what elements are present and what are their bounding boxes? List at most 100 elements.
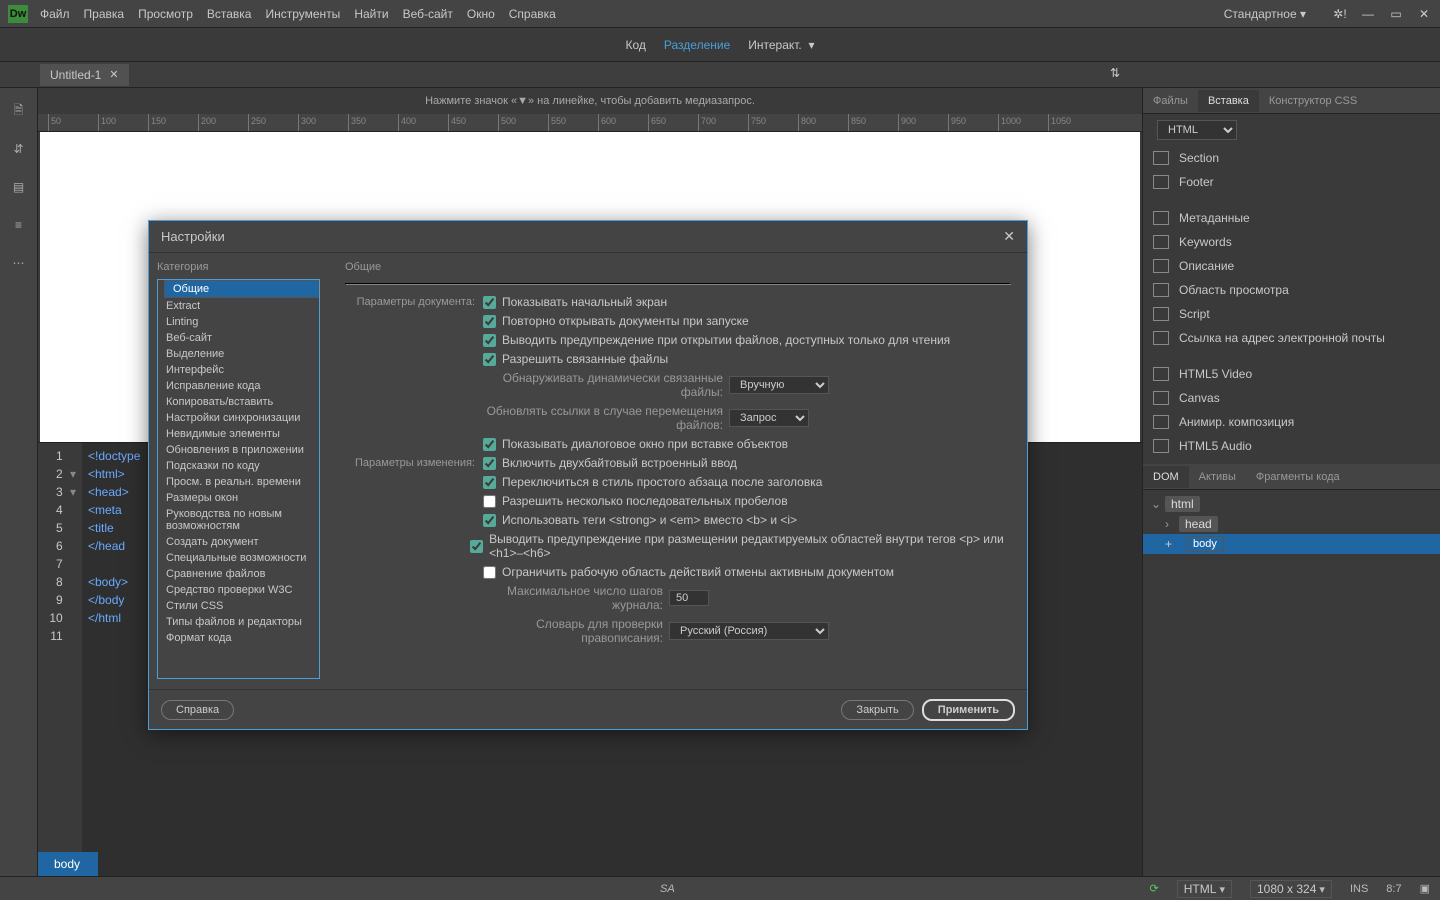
category-item[interactable]: Интерфейс [158, 362, 319, 378]
category-item[interactable]: Веб-сайт [158, 330, 319, 346]
status-ins[interactable]: INS [1350, 883, 1368, 895]
category-item[interactable]: Формат кода [158, 630, 319, 646]
dom-node-head[interactable]: head [1179, 516, 1218, 532]
menu-tools[interactable]: Инструменты [265, 7, 340, 21]
category-item[interactable]: Linting [158, 314, 319, 330]
help-button[interactable]: Справка [161, 700, 234, 720]
view-live[interactable]: Интеракт. ▾ [748, 38, 814, 52]
sel-upd-links[interactable]: Запрос [729, 409, 809, 427]
maximize-icon[interactable]: ▭ [1388, 6, 1404, 22]
ruler[interactable]: 5010015020025030035040045050055060065070… [38, 114, 1142, 132]
insert-item[interactable]: Section [1143, 146, 1440, 170]
category-item[interactable]: Специальные возможности [158, 550, 319, 566]
close-window-icon[interactable]: ✕ [1416, 6, 1432, 22]
menu-help[interactable]: Справка [509, 7, 556, 21]
inspect-icon[interactable]: ▤ [10, 178, 28, 196]
chk-warn-readonly[interactable] [483, 334, 496, 347]
insert-item[interactable]: Keywords [1143, 230, 1440, 254]
category-item[interactable]: Размеры окон [158, 490, 319, 506]
chk-allow-related[interactable] [483, 353, 496, 366]
insert-item[interactable]: Ссылка на адрес электронной почты [1143, 326, 1440, 350]
insert-item[interactable]: Метаданные [1143, 206, 1440, 230]
chk-strong-em[interactable] [483, 514, 496, 527]
breadcrumb-body[interactable]: body [46, 855, 88, 873]
tab-snippets[interactable]: Фрагменты кода [1246, 466, 1350, 488]
tab-insert[interactable]: Вставка [1198, 90, 1259, 112]
chk-limit-undo[interactable] [483, 566, 496, 579]
category-item[interactable]: Стили CSS [158, 598, 319, 614]
align-icon[interactable]: ≡ [10, 216, 28, 234]
category-item[interactable]: Настройки синхронизации [158, 410, 319, 426]
category-item[interactable]: Копировать/вставить [158, 394, 319, 410]
category-item[interactable]: Типы файлов и редакторы [158, 614, 319, 630]
category-item[interactable]: Средство проверки W3C [158, 582, 319, 598]
insert-item[interactable]: Область просмотра [1143, 278, 1440, 302]
category-item[interactable]: Создать документ [158, 534, 319, 550]
insert-item[interactable]: Аними­р. композиция [1143, 410, 1440, 434]
category-item[interactable]: Невидимые элементы [158, 426, 319, 442]
insert-item[interactable]: HTML5 Video [1143, 362, 1440, 386]
menu-find[interactable]: Найти [354, 7, 388, 21]
menu-view[interactable]: Просмотр [138, 7, 193, 21]
close-dialog-icon[interactable]: ✕ [1003, 228, 1015, 245]
insert-item[interactable]: Footer [1143, 170, 1440, 194]
inp-max-undo[interactable] [669, 590, 709, 606]
close-button[interactable]: Закрыть [841, 700, 913, 720]
expand-icon[interactable]: ⌄ [1151, 497, 1161, 511]
insert-category-select[interactable]: HTML [1157, 120, 1237, 140]
chk-multi-spaces[interactable] [483, 495, 496, 508]
chk-warn-edit-region[interactable] [470, 540, 483, 553]
view-code[interactable]: Код [626, 38, 646, 52]
chk-reopen[interactable] [483, 315, 496, 328]
sel-dict[interactable]: Русский (Россия) [669, 622, 829, 640]
chk-dbcs[interactable] [483, 457, 496, 470]
view-split[interactable]: Разделение [664, 38, 730, 52]
chk-show-start[interactable] [483, 296, 496, 309]
status-preview-icon[interactable]: ▣ [1420, 882, 1430, 895]
category-item[interactable]: Общие [164, 280, 319, 298]
tag-breadcrumb[interactable]: body [38, 852, 98, 876]
category-item[interactable]: Выделение [158, 346, 319, 362]
tab-dom[interactable]: DOM [1143, 466, 1189, 488]
menu-file[interactable]: Файл [40, 7, 70, 21]
document-tab[interactable]: Untitled-1 ✕ [40, 64, 129, 86]
category-item[interactable]: Extract [158, 298, 319, 314]
tab-css-designer[interactable]: Конструктор CSS [1259, 90, 1367, 112]
category-item[interactable]: Руководства по новым возможностям [158, 506, 319, 534]
sel-dyn-files[interactable]: Вручную [729, 376, 829, 394]
menu-edit[interactable]: Правка [84, 7, 125, 21]
category-item[interactable]: Исправление кода [158, 378, 319, 394]
add-node-icon[interactable]: + [1165, 537, 1172, 551]
insert-item[interactable]: HTML5 Audio [1143, 434, 1440, 458]
workspace-switcher[interactable]: Стандартное ▾ [1224, 7, 1306, 21]
minimize-icon[interactable]: — [1360, 6, 1376, 22]
category-list[interactable]: ОбщиеExtractLintingВеб-сайтВыделениеИнте… [157, 279, 320, 679]
tab-assets[interactable]: Активы [1189, 466, 1246, 488]
arrows-icon[interactable]: ⇵ [10, 140, 28, 158]
insert-item[interactable]: Canvas [1143, 386, 1440, 410]
chk-switch-para[interactable] [483, 476, 496, 489]
insert-item[interactable]: Описание [1143, 254, 1440, 278]
status-dimensions[interactable]: 1080 x 324 ▾ [1250, 880, 1332, 898]
insert-item[interactable]: Script [1143, 302, 1440, 326]
chk-show-dlg-insert[interactable] [483, 438, 496, 451]
dom-node-html[interactable]: html [1165, 496, 1200, 512]
apply-button[interactable]: Применить [922, 699, 1015, 721]
tab-files[interactable]: Файлы [1143, 90, 1198, 112]
status-language[interactable]: HTML ▾ [1177, 880, 1232, 898]
category-item[interactable]: Обновления в приложении [158, 442, 319, 458]
file-icon[interactable]: 🗎 [10, 102, 28, 120]
category-item[interactable]: Подсказки по коду [158, 458, 319, 474]
menu-window[interactable]: Окно [467, 7, 495, 21]
expand-icon[interactable]: › [1165, 517, 1175, 531]
flip-layout-icon[interactable]: ⇅ [1110, 66, 1120, 80]
close-tab-icon[interactable]: ✕ [109, 68, 118, 81]
category-item[interactable]: Просм. в реальн. времени [158, 474, 319, 490]
menu-site[interactable]: Веб-сайт [403, 7, 453, 21]
more-icon[interactable]: ⋯ [10, 254, 28, 272]
dom-node-body[interactable]: body [1186, 536, 1224, 552]
category-item[interactable]: Сравнение файлов [158, 566, 319, 582]
gear-alert-icon[interactable]: ✲! [1332, 6, 1348, 22]
menu-insert[interactable]: Вставка [207, 7, 252, 21]
sync-ok-icon[interactable]: ⟳ [1150, 882, 1159, 895]
